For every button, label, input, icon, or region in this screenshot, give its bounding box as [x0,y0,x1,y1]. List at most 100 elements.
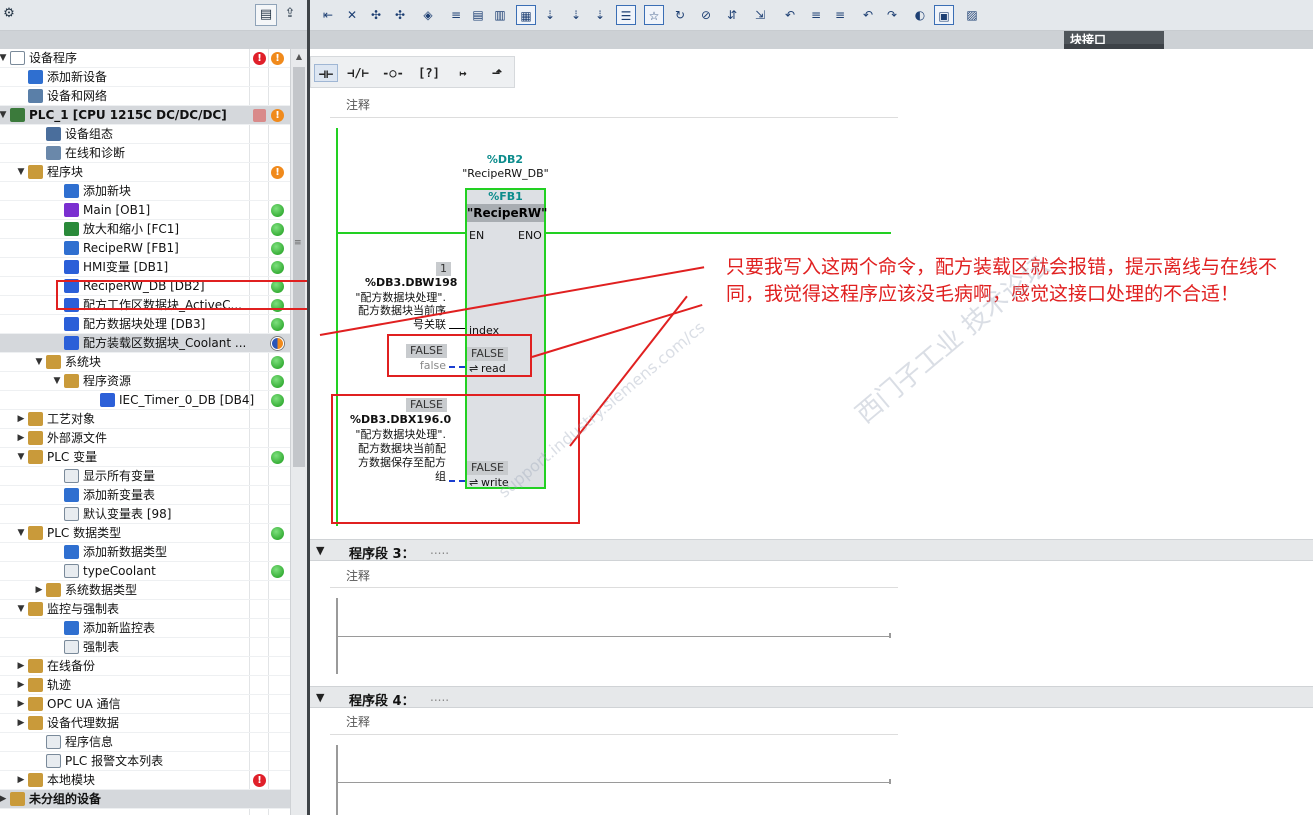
chevron-down-icon[interactable]: ▼ [16,527,26,539]
undo-icon[interactable]: ↶ [858,5,878,25]
chevron-right-icon[interactable]: ▶ [16,679,26,691]
tree-item[interactable]: ▶ 设备代理数据 [0,714,290,733]
favorite-icon[interactable]: ☆ [644,5,664,25]
tree-item[interactable]: typeCoolant [0,562,290,581]
network-3-header[interactable]: ▼ 程序段 3： ..... [310,539,1313,562]
chevron-right-icon[interactable]: ▶ [16,698,26,710]
settings-icon[interactable]: ⚙ [0,4,20,26]
network-4-header[interactable]: ▼ 程序段 4： ..... [310,686,1313,709]
database-icon[interactable]: ▨ [962,5,982,25]
chevron-right-icon[interactable]: ▶ [0,793,8,805]
tree-item[interactable]: 程序信息 [0,733,290,752]
scrollbar-thumb[interactable] [293,67,305,467]
tree-item[interactable]: ▼ PLC_1 [CPU 1215C DC/DC/DC]! [0,106,290,125]
tree-item[interactable]: 添加新块 [0,182,290,201]
chevron-down-icon[interactable]: ▼ [16,603,26,615]
instance-db-name[interactable]: "RecipeRW_DB" [458,167,553,180]
index-address[interactable]: %DB3.DBW198 [365,276,457,289]
chevron-down-icon[interactable]: ▼ [52,375,62,387]
table-view-icon[interactable]: ▤ [255,4,277,26]
tree-item[interactable]: PLC 报警文本列表 [0,752,290,771]
chevron-down-icon[interactable]: ▼ [34,356,44,368]
chevron-right-icon[interactable]: ▶ [16,774,26,786]
table-icon[interactable]: ▥ [490,5,510,25]
collapse-icon[interactable]: ▼ [316,544,324,557]
outdent-icon[interactable]: ≡ [830,5,850,25]
tree-item[interactable]: 添加新监控表 [0,619,290,638]
tree-item[interactable]: ▼ 设备程序!! [0,49,290,68]
coil-icon[interactable]: -○- [381,64,405,82]
tree-item[interactable]: HMI变量 [DB1] [0,258,290,277]
tree-item[interactable]: ▶ 轨迹 [0,676,290,695]
tree-item[interactable]: ▶ OPC UA 通信 [0,695,290,714]
tree-item[interactable]: ▼ PLC 数据类型 [0,524,290,543]
empty-box-icon[interactable]: [?] [417,64,441,82]
refresh-icon[interactable]: ↻ [670,5,690,25]
tree-item[interactable]: 显示所有变量 [0,467,290,486]
chevron-right-icon[interactable]: ▶ [34,584,44,596]
tree-item[interactable]: ▶ 外部源文件 [0,429,290,448]
screen-icon[interactable]: ▣ [934,5,954,25]
list-icon[interactable]: ≡ [446,5,466,25]
close-branch-icon[interactable]: ⬏ [485,64,509,82]
download-icon[interactable]: ⇣ [566,5,586,25]
export-icon[interactable]: ⇪ [279,4,301,26]
tree-item[interactable]: 设备和网络 [0,87,290,106]
insert-column-icon[interactable]: ✣ [390,5,410,25]
tree-item[interactable]: ▼ PLC 变量 [0,448,290,467]
tree-item[interactable]: ▶ 未分组的设备 [0,790,290,809]
tree-item[interactable]: 默认变量表 [98] [0,505,290,524]
delete-network-icon[interactable]: ✕ [342,5,362,25]
chevron-right-icon[interactable]: ▶ [16,717,26,729]
transfer-icon[interactable]: ⇵ [722,5,742,25]
network-4-comment[interactable] [330,710,898,735]
tree-item[interactable]: 设备组态 [0,125,290,144]
tree-item[interactable]: 放大和缩小 [FC1] [0,220,290,239]
tree-item[interactable]: ▶ 系统数据类型 [0,581,290,600]
chevron-down-icon[interactable]: ▼ [16,166,26,178]
block-off-icon[interactable]: ⊘ [696,5,716,25]
network-3-comment[interactable] [330,563,898,588]
tree-item[interactable]: 配方装载区数据块_Coolant ... [0,334,290,353]
tree-item[interactable]: RecipeRW [FB1] [0,239,290,258]
open-branch-icon[interactable]: ↦ [451,64,475,82]
tree-item[interactable]: ▼ 程序块! [0,163,290,182]
chevron-right-icon[interactable]: ▶ [16,660,26,672]
collapse-icon[interactable]: ▼ [316,691,324,704]
undo-icon[interactable]: ↶ [780,5,800,25]
nc-contact-icon[interactable]: ⊣/⊢ [346,64,370,82]
block-icon[interactable]: ◈ [418,5,438,25]
tree-item[interactable]: 强制表 [0,638,290,657]
list-icon[interactable]: ☰ [616,5,636,25]
tree-item[interactable]: Main [OB1] [0,201,290,220]
no-contact-icon[interactable]: ⊣⊢ [314,64,338,82]
network-comment[interactable] [330,94,898,118]
redo-icon[interactable]: ↷ [882,5,902,25]
tree-item[interactable]: ▼ 监控与强制表 [0,600,290,619]
block-interface-expander[interactable] [1064,44,1164,49]
tree-item[interactable]: ▶ 在线备份 [0,657,290,676]
chevron-down-icon[interactable]: ▼ [16,451,26,463]
comment-icon[interactable]: ▦ [516,5,536,25]
tree-item[interactable]: ▼ 程序资源 [0,372,290,391]
tree-item[interactable]: 配方数据块处理 [DB3] [0,315,290,334]
download-icon[interactable]: ⇣ [540,5,560,25]
expand-icon[interactable]: ⇲ [750,5,770,25]
chevron-down-icon[interactable]: ▼ [0,52,8,64]
index-value[interactable]: 1 [436,262,451,276]
tree-item[interactable]: 在线和诊断 [0,144,290,163]
chevron-right-icon[interactable]: ▶ [16,432,26,444]
scroll-up-icon[interactable]: ▲ [293,51,305,63]
tree-scrollbar[interactable]: ▲ ≡ [290,49,307,815]
tree-item[interactable]: ▼ 系统块 [0,353,290,372]
tree-item[interactable]: ▶ 本地模块! [0,771,290,790]
tree-item[interactable]: 添加新数据类型 [0,543,290,562]
insert-network-icon[interactable]: ⇤ [318,5,338,25]
chevron-down-icon[interactable]: ▼ [0,109,8,121]
indent-icon[interactable]: ≡ [806,5,826,25]
insert-row-icon[interactable]: ✣ [366,5,386,25]
tree-item[interactable]: ▶ 工艺对象 [0,410,290,429]
table-icon[interactable]: ▤ [468,5,488,25]
tree-item[interactable]: 添加新变量表 [0,486,290,505]
tree-item[interactable]: IEC_Timer_0_DB [DB4] [0,391,290,410]
